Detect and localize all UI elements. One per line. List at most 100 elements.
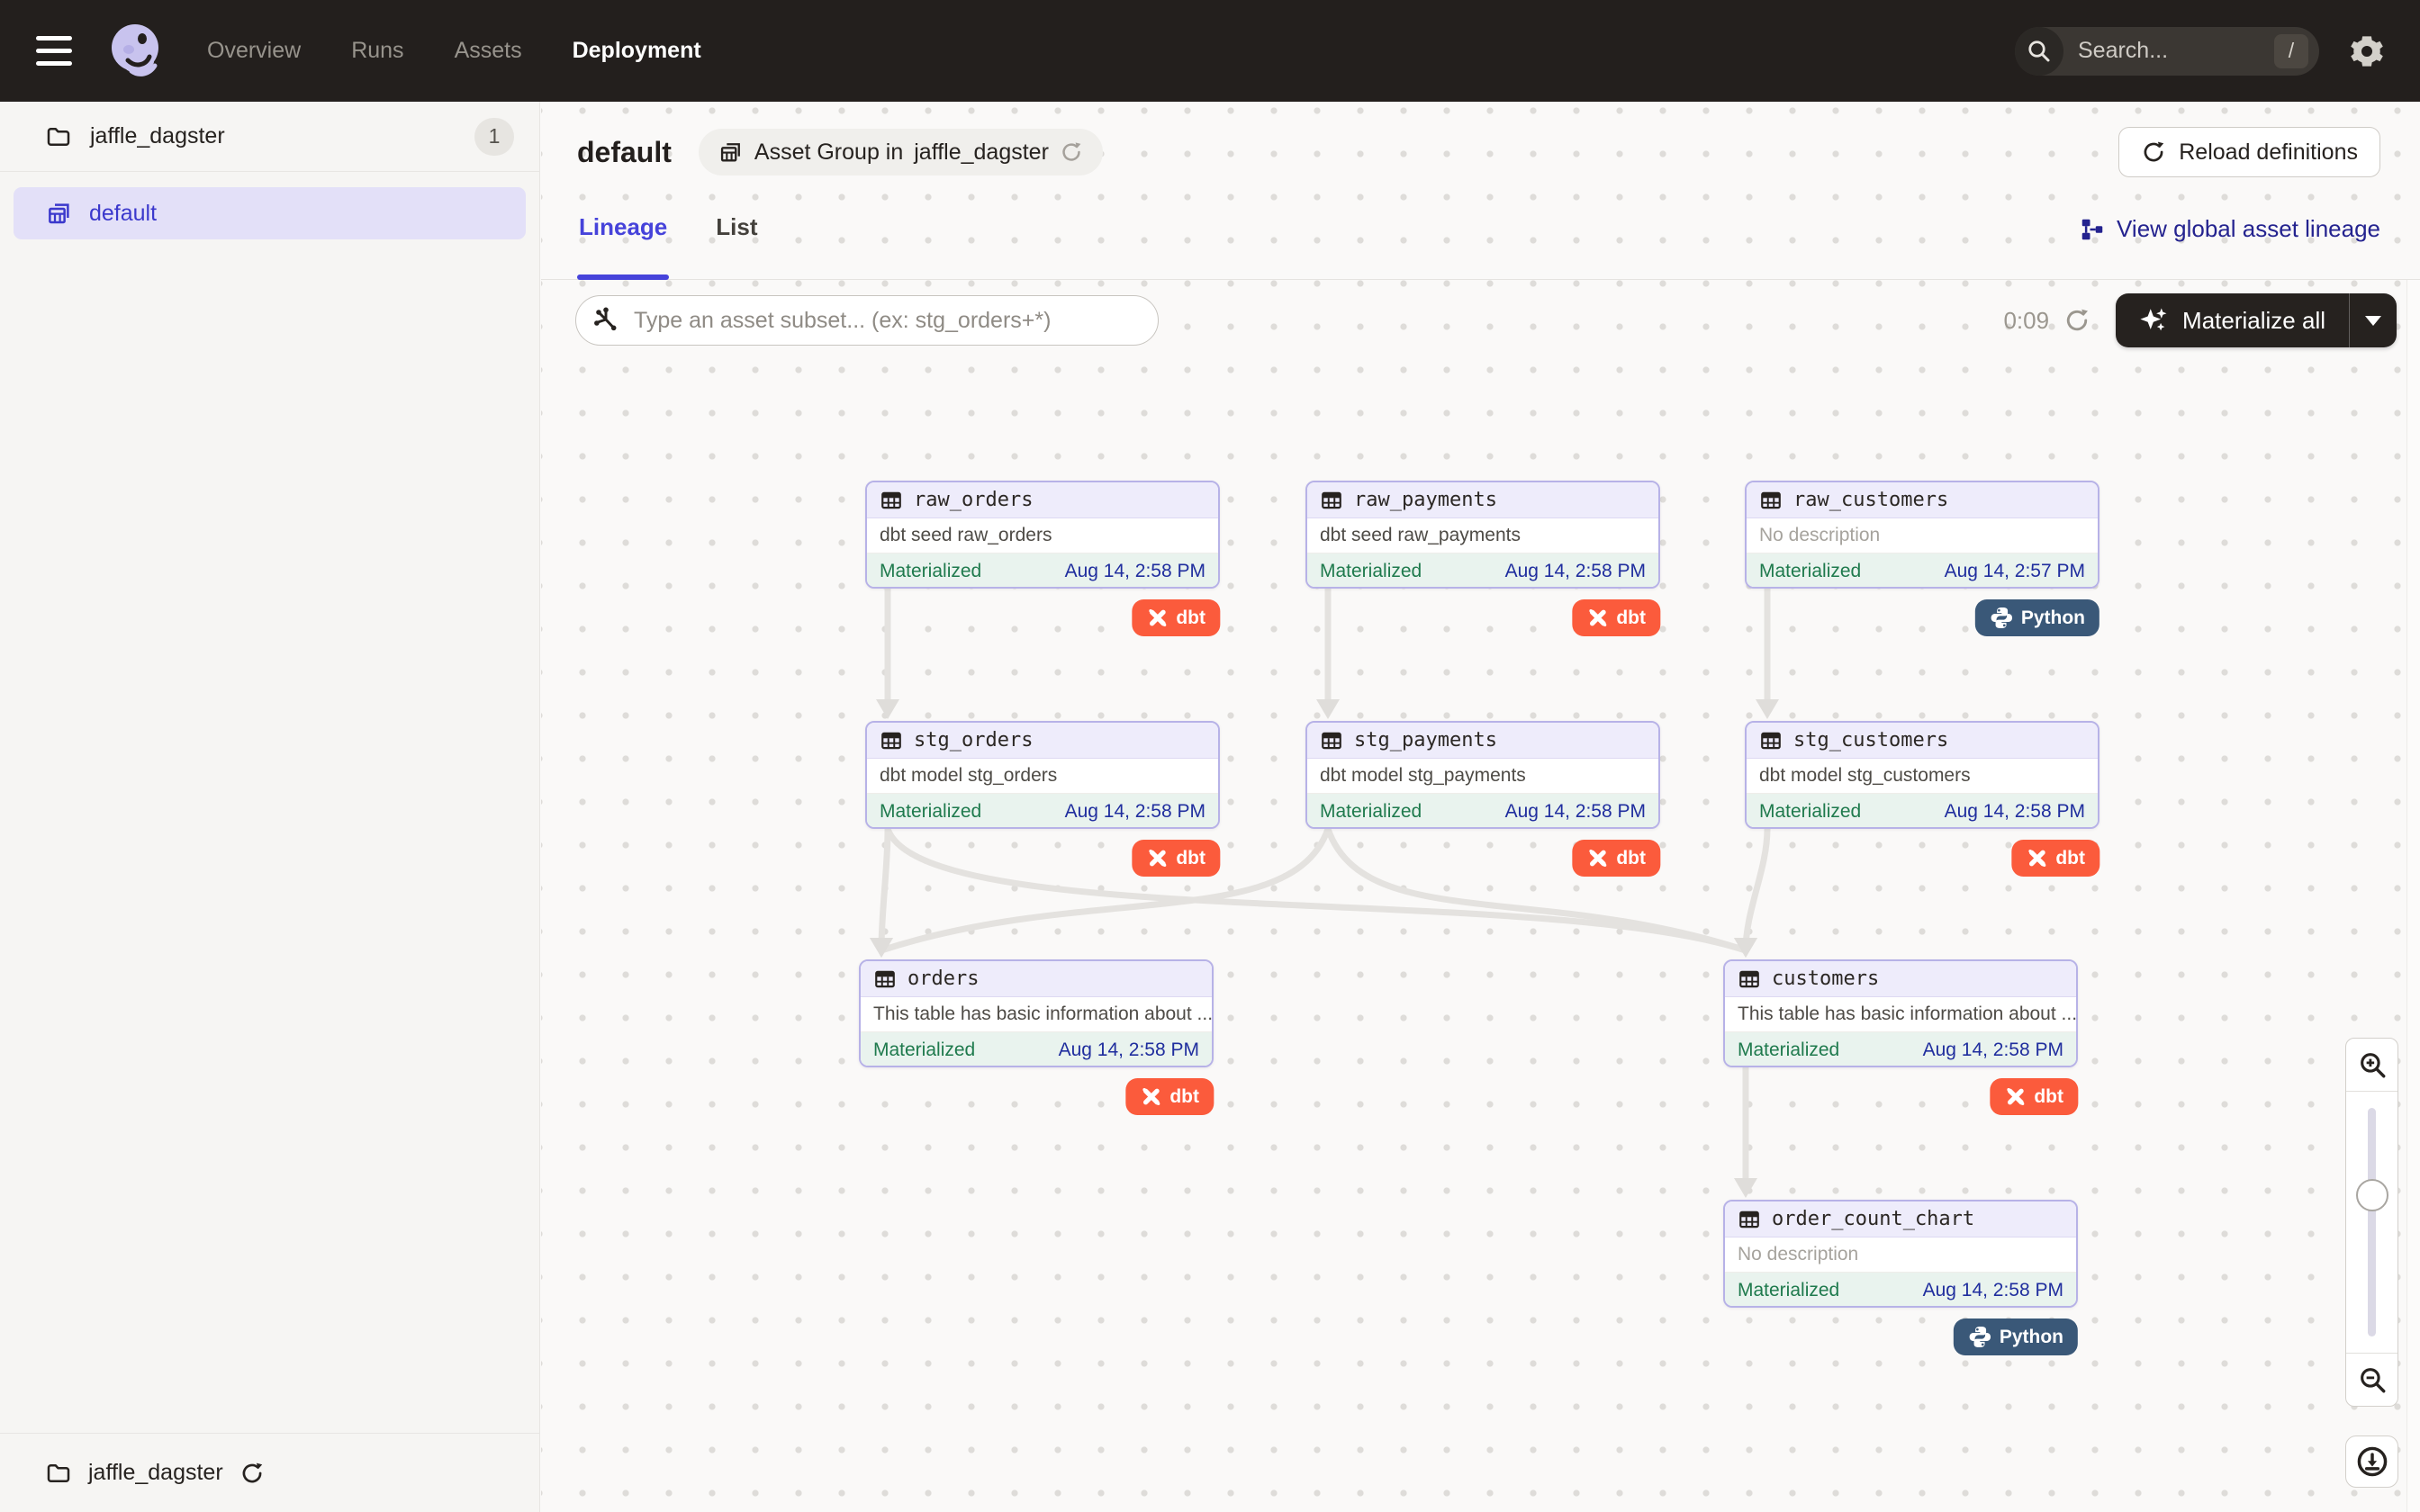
materialized-timestamp[interactable]: Aug 14, 2:58 PM: [1923, 1040, 2063, 1061]
zoom-slider-handle[interactable]: [2356, 1179, 2388, 1211]
refresh-icon[interactable]: [1060, 140, 1083, 164]
materialized-timestamp[interactable]: Aug 14, 2:58 PM: [1065, 801, 1205, 823]
asset-node-header: orders: [861, 961, 1212, 997]
dbt-badge: dbt: [1572, 599, 1660, 636]
asset-node-header: raw_payments: [1307, 482, 1658, 518]
settings-gear-icon[interactable]: [2350, 34, 2384, 68]
table-icon: [1759, 729, 1783, 752]
asset-description: This table has basic information about .…: [861, 997, 1212, 1032]
asset-node-raw_customers[interactable]: raw_customers No description Materialize…: [1745, 481, 2099, 589]
scrollbar-track[interactable]: [2406, 280, 2420, 1512]
reload-definitions-button[interactable]: Reload definitions: [2118, 127, 2380, 177]
materialized-timestamp[interactable]: Aug 14, 2:58 PM: [1505, 561, 1646, 582]
asset-node-stg_orders[interactable]: stg_orders dbt model stg_orders Material…: [865, 721, 1220, 829]
materialized-timestamp[interactable]: Aug 14, 2:58 PM: [1065, 561, 1205, 582]
asset-description: No description: [1725, 1238, 2076, 1273]
dbt-logo-icon: [1146, 607, 1169, 629]
asset-group-repo-link[interactable]: jaffle_dagster: [914, 140, 1049, 166]
asset-node-header: raw_customers: [1747, 482, 2098, 518]
asset-node-header: raw_orders: [867, 482, 1218, 518]
materialize-dropdown-button[interactable]: [2350, 293, 2397, 347]
asset-description: This table has basic information about .…: [1725, 997, 2076, 1032]
dbt-logo-icon: [1586, 847, 1609, 869]
asset-node-orders[interactable]: orders This table has basic information …: [859, 959, 1214, 1067]
lineage-graph-icon: [2079, 216, 2106, 243]
search-shortcut-key: /: [2274, 34, 2308, 68]
asset-node-stg_payments[interactable]: stg_payments dbt model stg_payments Mate…: [1305, 721, 1660, 829]
refresh-timer: 0:09: [2003, 307, 2049, 335]
asset-node-raw_orders[interactable]: raw_orders dbt seed raw_orders Materiali…: [865, 481, 1220, 589]
dbt-badge: dbt: [1132, 840, 1220, 877]
asset-description: No description: [1747, 518, 2098, 554]
tab-list[interactable]: List: [714, 202, 759, 280]
dbt-badge: dbt: [2011, 840, 2099, 877]
hamburger-menu-icon[interactable]: [36, 36, 76, 66]
dbt-logo-icon: [2026, 847, 2048, 869]
asset-node-customers[interactable]: customers This table has basic informati…: [1723, 959, 2078, 1067]
asset-node-stg_customers[interactable]: stg_customers dbt model stg_customers Ma…: [1745, 721, 2099, 829]
dbt-logo-icon: [2004, 1085, 2027, 1108]
asset-subset-input[interactable]: [575, 295, 1159, 346]
refresh-icon[interactable]: [239, 1461, 265, 1486]
zoom-panel: [2345, 1038, 2398, 1407]
dagster-logo-icon[interactable]: [106, 21, 167, 82]
materialized-timestamp[interactable]: Aug 14, 2:58 PM: [1923, 1280, 2063, 1301]
asset-status-row: Materialized Aug 14, 2:58 PM: [867, 794, 1218, 829]
asset-status-row: Materialized Aug 14, 2:58 PM: [1747, 794, 2098, 829]
download-image-button[interactable]: [2345, 1436, 2398, 1488]
dbt-badge: dbt: [1132, 599, 1220, 636]
materialize-all-button[interactable]: Materialize all: [2116, 293, 2397, 347]
nav-link-deployment[interactable]: Deployment: [573, 38, 701, 64]
materialized-timestamp[interactable]: Aug 14, 2:58 PM: [1059, 1040, 1199, 1061]
zoom-slider[interactable]: [2346, 1091, 2397, 1354]
sidebar-repo-row[interactable]: jaffle_dagster 1: [0, 102, 539, 172]
page-title: default: [577, 136, 672, 169]
asset-name: raw_customers: [1793, 489, 1948, 511]
python-badge: Python: [1954, 1318, 2078, 1355]
sidebar-item-label: default: [89, 201, 157, 227]
tab-lineage[interactable]: Lineage: [577, 202, 669, 280]
sidebar-footer-label: jaffle_dagster: [88, 1460, 223, 1486]
asset-description: dbt model stg_customers: [1747, 759, 2098, 794]
refresh-icon: [2141, 140, 2166, 165]
lineage-canvas[interactable]: 0:09 Materialize all: [541, 280, 2420, 1512]
asset-node-raw_payments[interactable]: raw_payments dbt seed raw_payments Mater…: [1305, 481, 1660, 589]
nav-link-runs[interactable]: Runs: [351, 38, 403, 64]
dbt-logo-icon: [1586, 607, 1609, 629]
table-icon: [873, 968, 897, 991]
search-input[interactable]: Search... /: [2015, 27, 2319, 76]
materialized-timestamp[interactable]: Aug 14, 2:58 PM: [1505, 801, 1646, 823]
materialized-status: Materialized: [1320, 561, 1422, 582]
nav-link-assets[interactable]: Assets: [455, 38, 522, 64]
asset-group-icon: [718, 140, 744, 165]
dbt-badge: dbt: [1125, 1078, 1214, 1115]
view-global-asset-lineage-link[interactable]: View global asset lineage: [2079, 202, 2380, 243]
refresh-icon[interactable]: [2063, 307, 2090, 334]
python-badge: Python: [1975, 599, 2099, 636]
materialized-status: Materialized: [1759, 561, 1861, 582]
search-placeholder: Search...: [2063, 38, 2274, 64]
asset-description: dbt model stg_orders: [867, 759, 1218, 794]
sidebar: jaffle_dagster 1 default jaffle_dagster: [0, 102, 540, 1512]
sidebar-item-default[interactable]: default: [14, 187, 526, 239]
materialized-status: Materialized: [880, 801, 981, 823]
materialized-timestamp[interactable]: Aug 14, 2:57 PM: [1945, 561, 2085, 582]
materialized-timestamp[interactable]: Aug 14, 2:58 PM: [1945, 801, 2085, 823]
zoom-in-button[interactable]: [2346, 1039, 2397, 1091]
zoom-slider-track: [2368, 1108, 2376, 1336]
asset-group-icon: [46, 200, 73, 227]
materialized-status: Materialized: [1738, 1040, 1839, 1061]
table-icon: [1738, 968, 1761, 991]
zoom-out-button[interactable]: [2346, 1354, 2397, 1406]
asset-status-row: Materialized Aug 14, 2:58 PM: [1725, 1032, 2076, 1067]
table-icon: [1320, 729, 1343, 752]
asset-node-order_count_chart[interactable]: order_count_chart No description Materia…: [1723, 1200, 2078, 1308]
materialized-status: Materialized: [1738, 1280, 1839, 1301]
nav-link-overview[interactable]: Overview: [207, 38, 301, 64]
asset-name: customers: [1772, 968, 1879, 990]
table-icon: [880, 489, 903, 512]
sparkles-icon: [2139, 305, 2170, 336]
dbt-badge: dbt: [1572, 840, 1660, 877]
dbt-logo-icon: [1140, 1085, 1162, 1108]
asset-name: raw_payments: [1354, 489, 1497, 511]
